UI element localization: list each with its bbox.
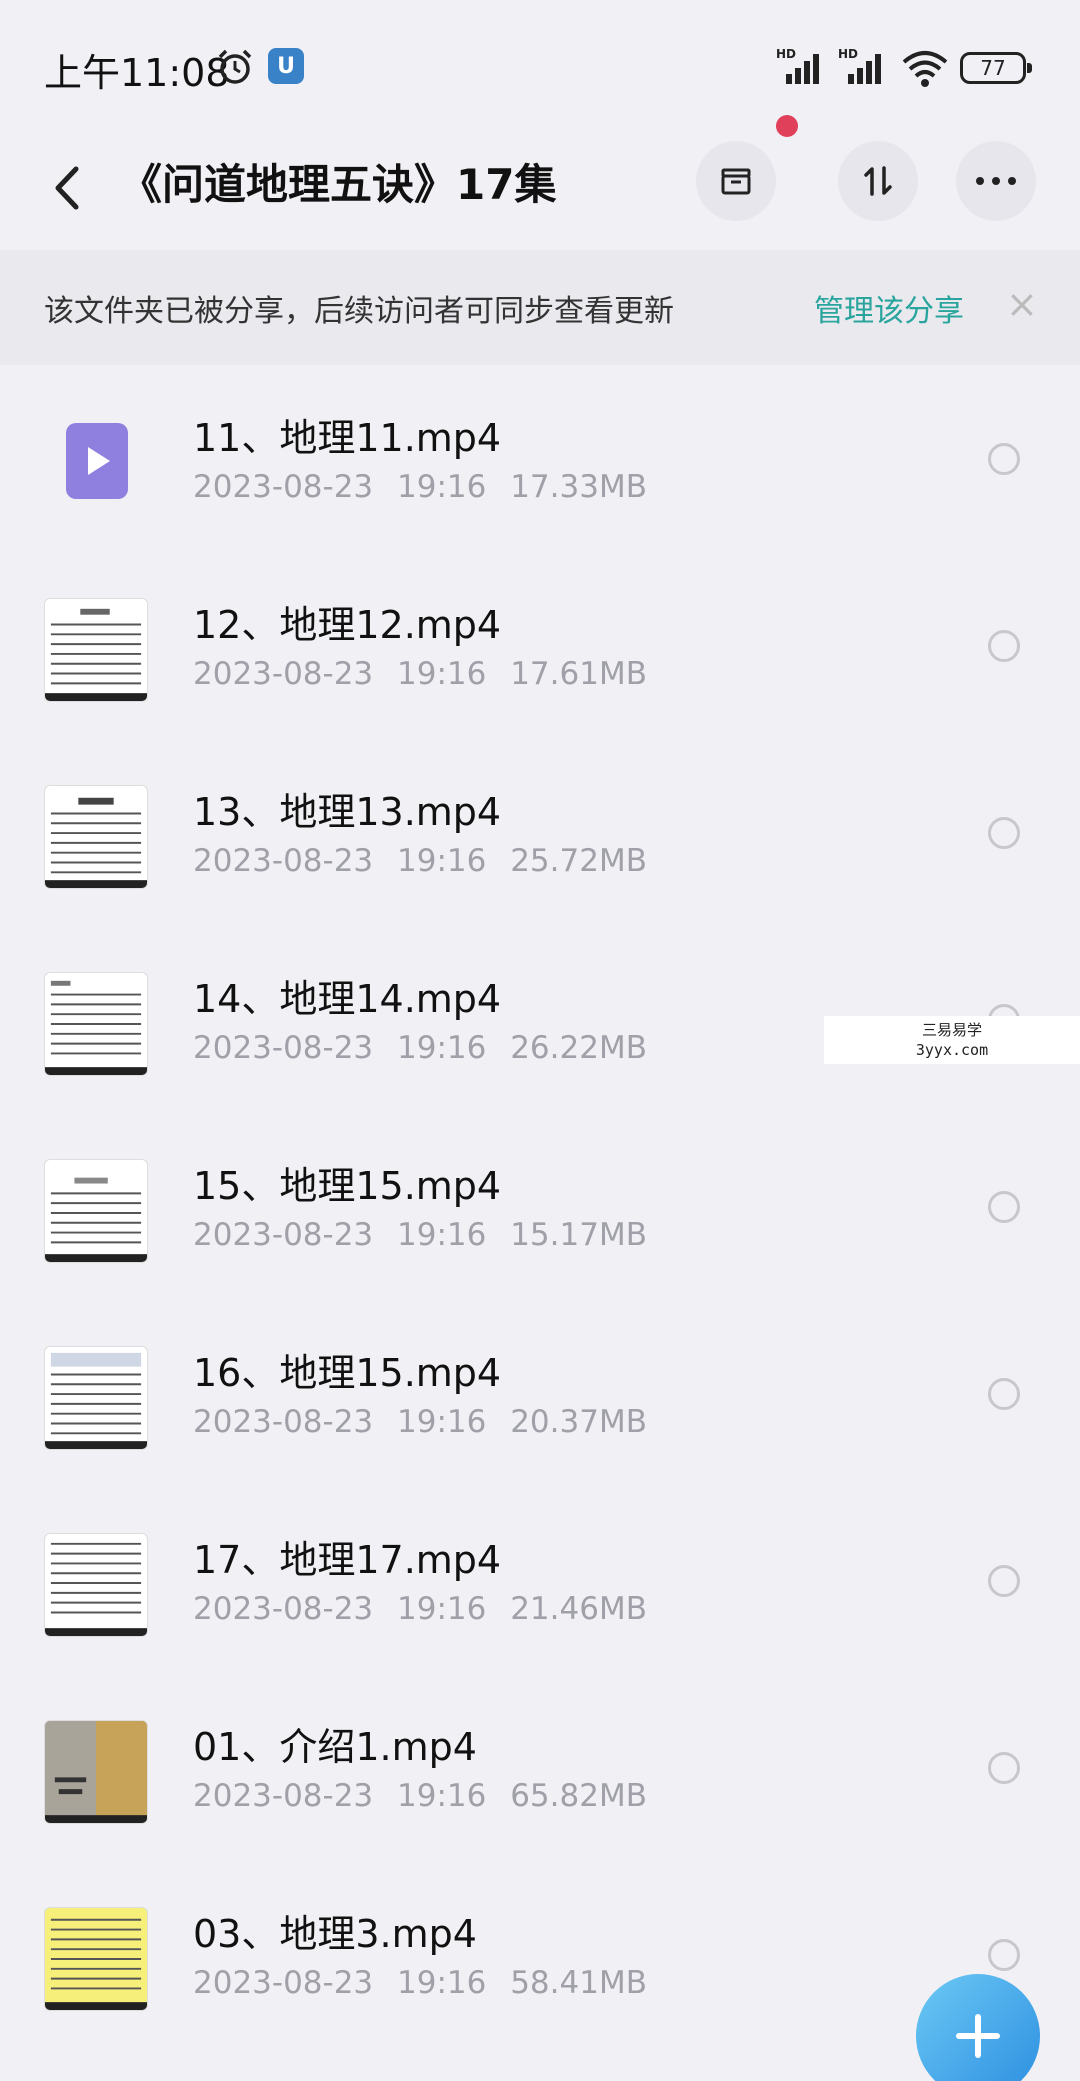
signal-hd-label: HD bbox=[776, 47, 796, 61]
file-row[interactable]: 15、地理15.mp4 2023-08-23 19:16 15.17MB bbox=[0, 1113, 1080, 1300]
app-notification-icon: U bbox=[268, 48, 304, 84]
header: 《问道地理五诀》17集 bbox=[0, 115, 1080, 250]
select-radio[interactable] bbox=[988, 1378, 1020, 1410]
select-radio[interactable] bbox=[988, 1752, 1020, 1784]
file-name: 11、地理11.mp4 bbox=[193, 416, 502, 460]
alarm-icon bbox=[218, 49, 252, 84]
document-thumbnail bbox=[44, 1159, 148, 1263]
file-row[interactable]: 13、地理13.mp4 2023-08-23 19:16 25.72MB bbox=[0, 739, 1080, 926]
sort-button[interactable] bbox=[838, 141, 918, 221]
document-thumbnail bbox=[44, 1346, 148, 1450]
file-row[interactable]: 17、地理17.mp4 2023-08-23 19:16 21.46MB bbox=[0, 1487, 1080, 1674]
file-name: 13、地理13.mp4 bbox=[193, 790, 502, 834]
watermark-line1: 三易易学 bbox=[921, 1021, 982, 1039]
cover-thumbnail bbox=[44, 1720, 148, 1824]
select-radio[interactable] bbox=[988, 1939, 1020, 1971]
share-banner: 该文件夹已被分享，后续访问者可同步查看更新 管理该分享 × bbox=[0, 250, 1080, 365]
status-time: 上午11:08 bbox=[44, 51, 230, 95]
share-banner-text: 该文件夹已被分享，后续访问者可同步查看更新 bbox=[44, 294, 674, 329]
file-meta: 2023-08-23 19:16 25.72MB bbox=[193, 843, 647, 879]
file-meta: 2023-08-23 19:16 21.46MB bbox=[193, 1591, 647, 1627]
file-name: 03、地理3.mp4 bbox=[193, 1912, 477, 1956]
select-radio[interactable] bbox=[988, 1191, 1020, 1223]
file-meta: 2023-08-23 19:16 58.41MB bbox=[193, 1965, 647, 2001]
file-meta: 2023-08-23 19:16 17.33MB bbox=[193, 469, 647, 505]
document-thumbnail bbox=[44, 1907, 148, 2011]
sort-icon bbox=[864, 166, 892, 196]
plus-icon bbox=[956, 2014, 1000, 2058]
document-thumbnail bbox=[44, 785, 148, 889]
status-bar: 上午11:08 U HD HD 77 bbox=[0, 0, 1080, 135]
file-row[interactable]: 11、地理11.mp4 2023-08-23 19:16 17.33MB bbox=[0, 365, 1080, 552]
file-name: 01、介绍1.mp4 bbox=[193, 1725, 477, 1769]
more-button[interactable] bbox=[956, 141, 1036, 221]
file-name: 15、地理15.mp4 bbox=[193, 1164, 502, 1208]
signal-hd-label: HD bbox=[838, 47, 858, 61]
file-name: 14、地理14.mp4 bbox=[193, 977, 502, 1021]
file-meta: 2023-08-23 19:16 26.22MB bbox=[193, 1030, 647, 1066]
more-icon bbox=[976, 177, 1016, 185]
file-meta: 2023-08-23 19:16 65.82MB bbox=[193, 1778, 647, 1814]
file-name: 17、地理17.mp4 bbox=[193, 1538, 502, 1582]
file-name: 16、地理15.mp4 bbox=[193, 1351, 502, 1395]
back-button[interactable] bbox=[40, 153, 100, 223]
battery-indicator: 77 bbox=[960, 52, 1032, 84]
select-radio[interactable] bbox=[988, 630, 1020, 662]
close-banner-button[interactable]: × bbox=[1006, 282, 1038, 326]
file-row[interactable]: 16、地理15.mp4 2023-08-23 19:16 20.37MB bbox=[0, 1300, 1080, 1487]
document-thumbnail bbox=[44, 598, 148, 702]
watermark-line2: 3yyx.com bbox=[915, 1041, 989, 1059]
watermark: 三易易学 3yyx.com bbox=[824, 1016, 1080, 1064]
file-meta: 2023-08-23 19:16 20.37MB bbox=[193, 1404, 647, 1440]
file-meta: 2023-08-23 19:16 17.61MB bbox=[193, 656, 647, 692]
wifi-icon bbox=[902, 51, 948, 87]
file-name: 12、地理12.mp4 bbox=[193, 603, 502, 647]
page-title: 《问道地理五诀》17集 bbox=[120, 160, 557, 209]
archive-button[interactable] bbox=[696, 141, 776, 221]
signal-icon: HD bbox=[838, 47, 881, 84]
manage-share-link[interactable]: 管理该分享 bbox=[814, 286, 964, 330]
select-radio[interactable] bbox=[988, 443, 1020, 475]
signal-icon: HD bbox=[776, 47, 819, 84]
notification-dot bbox=[776, 115, 798, 137]
document-thumbnail bbox=[44, 972, 148, 1076]
select-radio[interactable] bbox=[988, 1565, 1020, 1597]
file-row[interactable]: 01、介绍1.mp4 2023-08-23 19:16 65.82MB bbox=[0, 1674, 1080, 1861]
file-meta: 2023-08-23 19:16 15.17MB bbox=[193, 1217, 647, 1253]
archive-icon bbox=[721, 168, 751, 195]
select-radio[interactable] bbox=[988, 817, 1020, 849]
document-thumbnail bbox=[44, 1533, 148, 1637]
video-file-icon bbox=[66, 423, 128, 499]
file-row[interactable]: 12、地理12.mp4 2023-08-23 19:16 17.61MB bbox=[0, 552, 1080, 739]
